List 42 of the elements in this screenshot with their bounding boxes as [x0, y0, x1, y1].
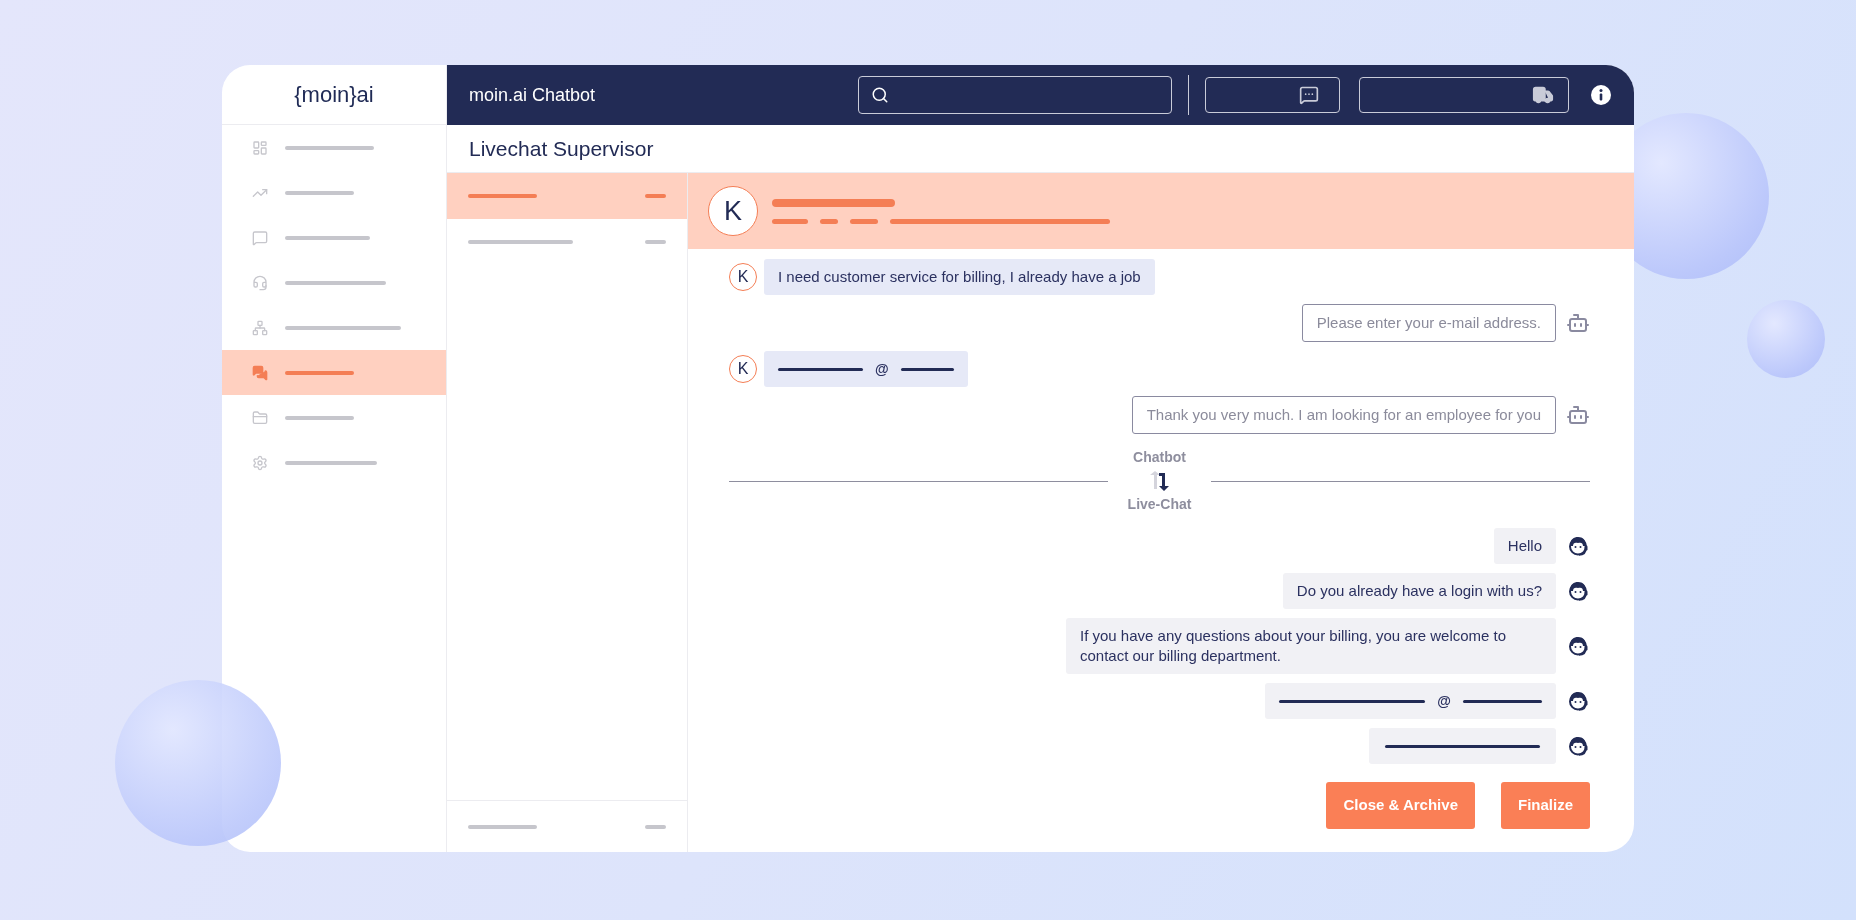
handover-from: Chatbot — [1133, 448, 1186, 467]
headset-icon — [252, 274, 268, 291]
hierarchy-icon — [252, 319, 268, 336]
customer-message: I need customer service for billing, I already have a job — [764, 259, 1155, 295]
at-sign: @ — [1437, 691, 1451, 711]
app-title: moin.ai Chatbot — [469, 83, 597, 107]
page-title: Livechat Supervisor — [469, 135, 654, 162]
bot-icon — [1566, 311, 1590, 335]
info-icon[interactable] — [1591, 85, 1611, 105]
handover-to: Live-Chat — [1127, 495, 1192, 514]
customer-avatar: K — [729, 355, 757, 383]
chat-icon — [252, 229, 268, 246]
bot-message: Please enter your e-mail address. — [1301, 304, 1556, 342]
chat-button[interactable] — [1205, 77, 1340, 113]
logo: {moin}ai — [294, 81, 374, 109]
sidebar-item[interactable] — [222, 350, 446, 395]
agent-icon — [1566, 534, 1590, 558]
bot-message: Thank you very much. I am looking for an employee for you — [1131, 396, 1556, 434]
settings-icon — [252, 454, 268, 471]
action-button[interactable]: Finalize — [1501, 782, 1590, 829]
agent-message: If you have any questions about your billing, you are welcome to contact our billing department. — [1066, 618, 1556, 674]
folder-icon — [252, 409, 268, 426]
placeholder-line — [900, 367, 954, 371]
dashboard-icon — [252, 139, 268, 156]
action-button[interactable]: Close & Archive — [1326, 782, 1475, 829]
agent-message: Do you already have a login with us? — [1282, 573, 1556, 609]
search-field[interactable] — [857, 76, 1172, 114]
contact-avatar: K — [708, 186, 758, 236]
customer-avatar: K — [729, 263, 757, 291]
truck-button[interactable] — [1359, 77, 1569, 113]
agent-icon — [1566, 734, 1590, 758]
conversation-item[interactable] — [447, 173, 687, 219]
at-sign: @ — [875, 359, 889, 379]
agent-message: Hello — [1493, 528, 1556, 564]
search-icon — [870, 86, 889, 104]
chats-icon — [252, 364, 268, 381]
truck-icon — [1532, 84, 1554, 106]
agent-icon — [1566, 579, 1590, 603]
agent-icon — [1566, 689, 1590, 713]
bot-icon — [1566, 403, 1590, 427]
chat-bubble-icon — [1299, 85, 1319, 105]
agent-icon — [1566, 634, 1590, 658]
